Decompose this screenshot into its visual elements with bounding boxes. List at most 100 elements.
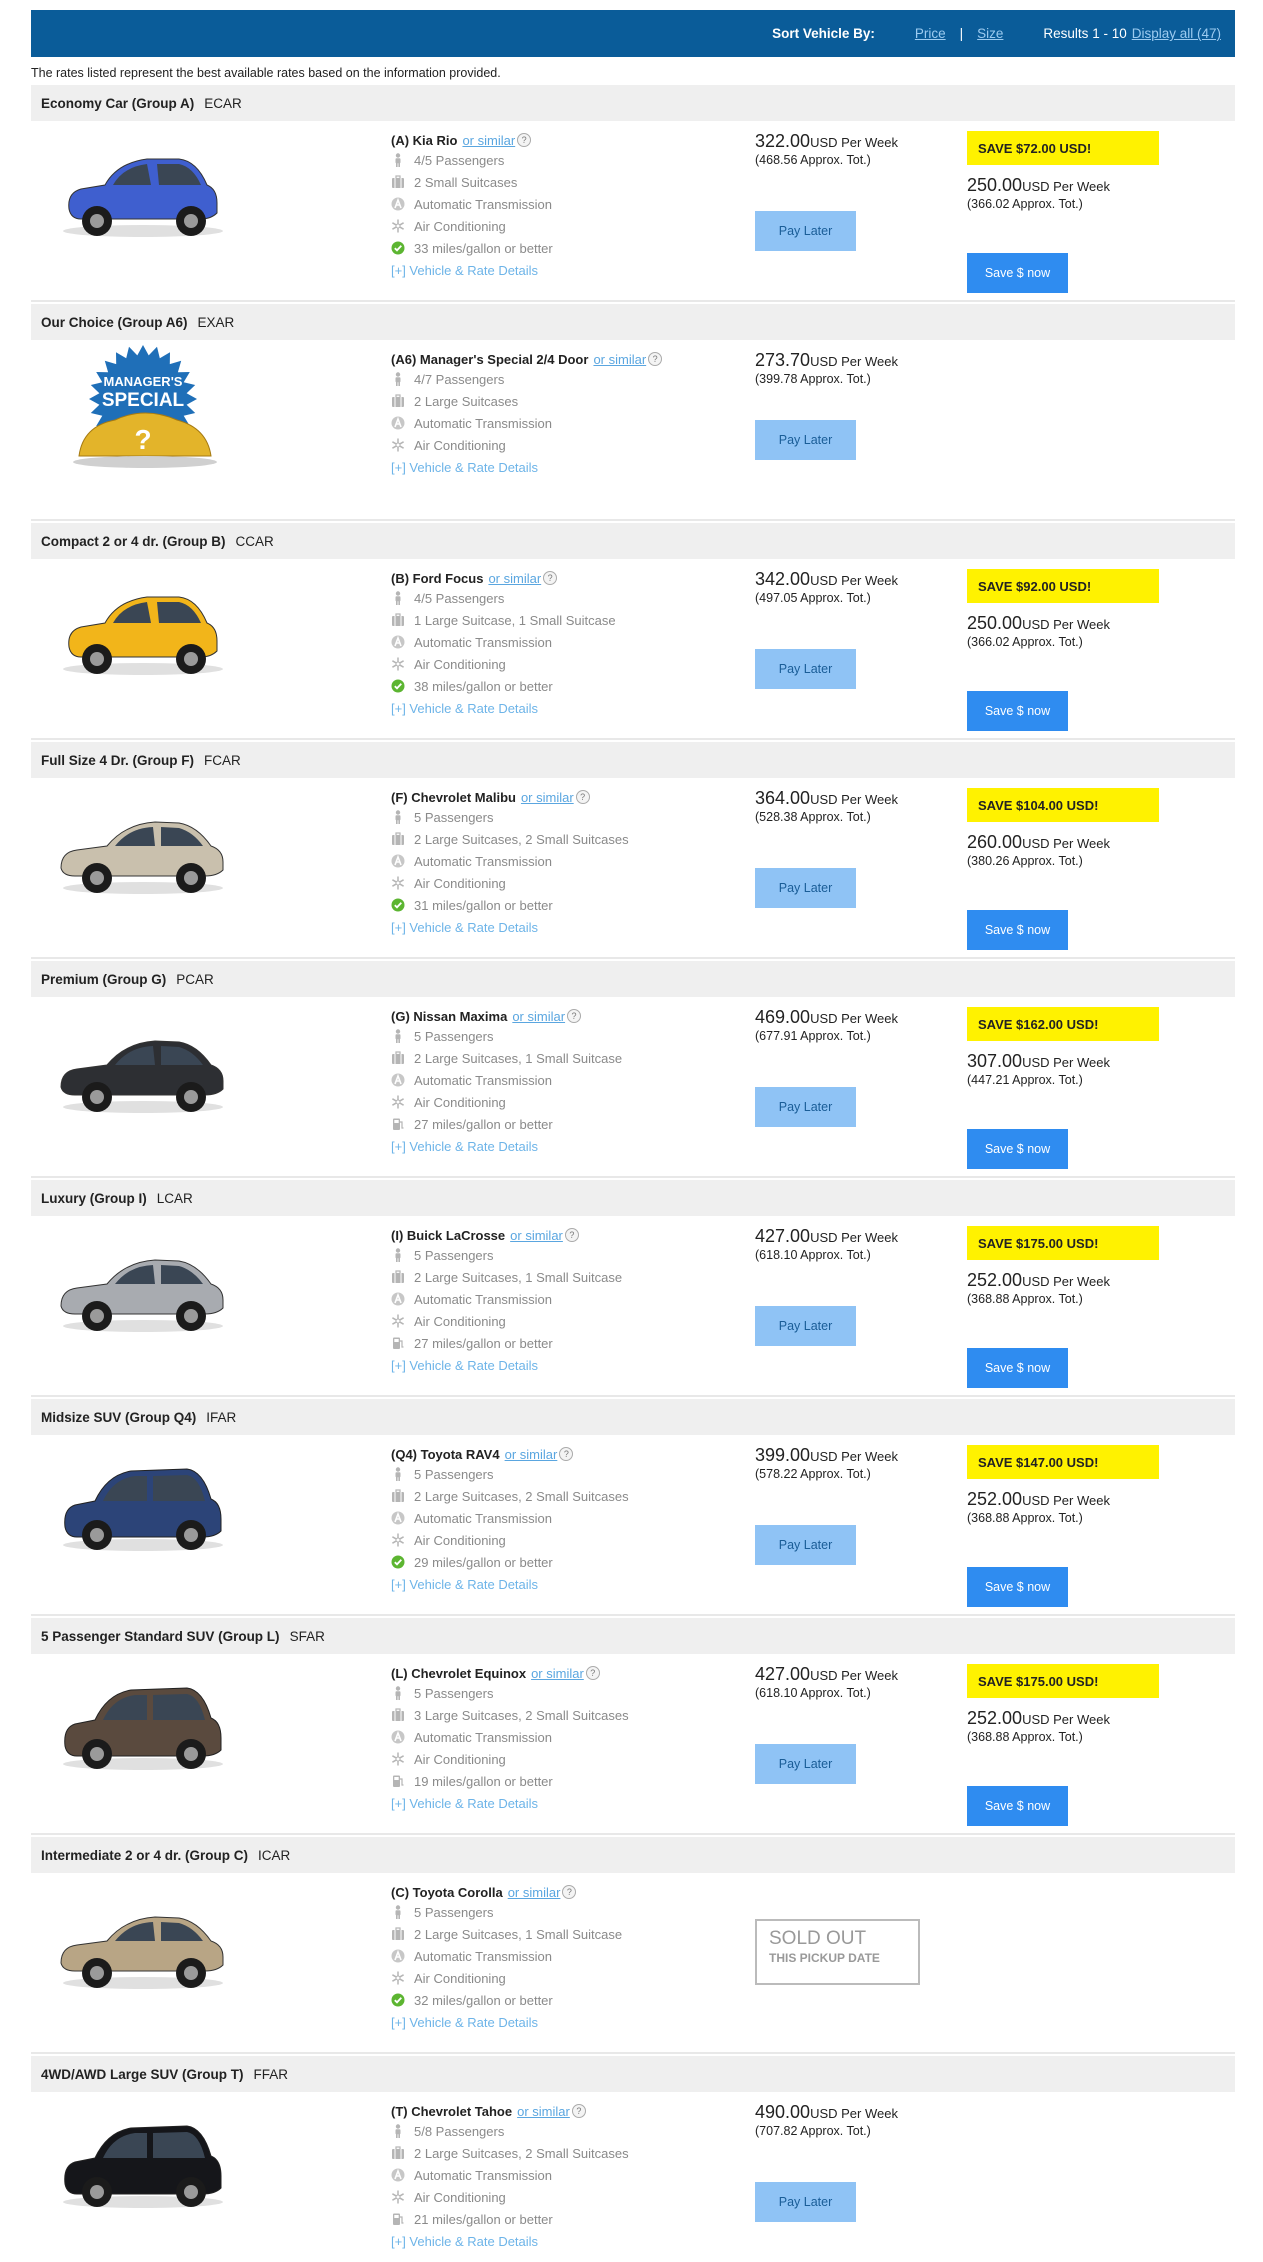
- group-code: EXAR: [197, 314, 235, 330]
- save-now-button[interactable]: Save $ now: [967, 1567, 1068, 1607]
- or-similar-link[interactable]: or similar: [505, 1447, 558, 1462]
- feature-row: 2 Large Suitcases, 2 Small Suitcases: [391, 828, 731, 850]
- display-all-link[interactable]: Display all (47): [1132, 26, 1221, 41]
- car-image: [51, 571, 231, 681]
- group-code: CCAR: [235, 533, 274, 549]
- vehicle-title: (Q4) Toyota RAV4 or similar?: [391, 1445, 731, 1463]
- passenger-icon: [391, 1467, 405, 1481]
- feature-row: 2 Large Suitcases, 2 Small Suitcases: [391, 2142, 731, 2164]
- feature-text: Air Conditioning: [414, 2189, 506, 2205]
- sort-by-price-link[interactable]: Price: [915, 26, 946, 41]
- pay-later-button[interactable]: Pay Later: [755, 649, 856, 689]
- vehicle-rate-details-link[interactable]: [+] Vehicle & Rate Details: [391, 2011, 731, 2033]
- vehicle-rate-details-link[interactable]: [+] Vehicle & Rate Details: [391, 456, 731, 478]
- pay-later-button[interactable]: Pay Later: [755, 420, 856, 460]
- vehicle-rate-details-link[interactable]: [+] Vehicle & Rate Details: [391, 2230, 731, 2252]
- help-icon[interactable]: ?: [564, 1228, 579, 1242]
- rate-approx-total: (707.82 Approx. Tot.): [755, 2124, 871, 2138]
- feature-text: 3 Large Suitcases, 2 Small Suitcases: [414, 1707, 629, 1723]
- group-header: Our Choice (Group A6) EXAR: [31, 304, 1235, 340]
- save-badge: SAVE $147.00 USD!: [967, 1445, 1159, 1479]
- help-icon[interactable]: ?: [585, 1666, 600, 1680]
- help-icon[interactable]: ?: [571, 2104, 586, 2118]
- pay-later-button[interactable]: Pay Later: [755, 2182, 856, 2222]
- or-similar-link[interactable]: or similar: [517, 2104, 570, 2119]
- help-icon[interactable]: ?: [567, 1009, 582, 1023]
- or-similar-link[interactable]: or similar: [488, 571, 541, 586]
- pay-later-rate: 427.00USD Per Week (618.10 Approx. Tot.) P…: [755, 1226, 955, 1346]
- rate-amount-line: 364.00USD Per Week: [755, 788, 955, 809]
- group-body: MANAGER'S SPECIAL? (A6) Manager's Special …: [31, 340, 1235, 521]
- badge-line-1: MANAGER'S: [103, 374, 183, 389]
- save-now-button[interactable]: Save $ now: [967, 1786, 1068, 1826]
- feature-row: 3 Large Suitcases, 2 Small Suitcases: [391, 1704, 731, 1726]
- feature-text: Air Conditioning: [414, 875, 506, 891]
- feature-text: 4/5 Passengers: [414, 590, 505, 606]
- fuel-icon: [391, 1117, 405, 1131]
- snowflake-icon: [391, 1971, 405, 1985]
- snowflake-icon: [391, 1533, 405, 1547]
- help-icon[interactable]: ?: [543, 571, 558, 585]
- save-amount-line: 252.00USD Per Week: [967, 1489, 1187, 1510]
- or-similar-link[interactable]: or similar: [521, 790, 574, 805]
- automatic-icon: [391, 1949, 405, 1963]
- rate-amount-line: 273.70USD Per Week: [755, 350, 955, 371]
- vehicle-group: 4WD/AWD Large SUV (Group T) FFAR (T) Chev…: [31, 2056, 1235, 2262]
- or-similar-link[interactable]: or similar: [508, 1885, 561, 1900]
- vehicle-rate-details-link[interactable]: [+] Vehicle & Rate Details: [391, 1792, 731, 1814]
- group-header: Luxury (Group I) LCAR: [31, 1180, 1235, 1216]
- save-now-button[interactable]: Save $ now: [967, 253, 1068, 293]
- group-code: IFAR: [206, 1409, 237, 1425]
- rate-amount-line: 469.00USD Per Week: [755, 1007, 955, 1028]
- pay-later-button[interactable]: Pay Later: [755, 1525, 856, 1565]
- vehicle-rate-details-link[interactable]: [+] Vehicle & Rate Details: [391, 1135, 731, 1157]
- snowflake-icon: [391, 876, 405, 890]
- group-name: Midsize SUV (Group Q4): [41, 1409, 197, 1425]
- fuel-icon: [391, 2212, 405, 2226]
- pay-later-button[interactable]: Pay Later: [755, 211, 856, 251]
- vehicle-rate-details-link[interactable]: [+] Vehicle & Rate Details: [391, 697, 731, 719]
- pay-later-button[interactable]: Pay Later: [755, 1744, 856, 1784]
- save-now-button[interactable]: Save $ now: [967, 1348, 1068, 1388]
- help-icon[interactable]: ?: [648, 352, 663, 366]
- feature-text: 27 miles/gallon or better: [414, 1116, 553, 1132]
- feature-row: 2 Small Suitcases: [391, 171, 731, 193]
- vehicle-rate-details-link[interactable]: [+] Vehicle & Rate Details: [391, 1354, 731, 1376]
- or-similar-link[interactable]: or similar: [462, 133, 515, 148]
- vehicle-rate-details-link[interactable]: [+] Vehicle & Rate Details: [391, 259, 731, 281]
- sold-out-box: SOLD OUT THIS PICKUP DATE: [755, 1919, 920, 1985]
- sort-by-size-link[interactable]: Size: [977, 26, 1003, 41]
- or-similar-link[interactable]: or similar: [510, 1228, 563, 1243]
- feature-text: 5 Passengers: [414, 1685, 494, 1701]
- pay-later-button[interactable]: Pay Later: [755, 1087, 856, 1127]
- vehicle-rate-details-link[interactable]: [+] Vehicle & Rate Details: [391, 916, 731, 938]
- save-now-button[interactable]: Save $ now: [967, 691, 1068, 731]
- pay-later-button[interactable]: Pay Later: [755, 868, 856, 908]
- help-icon[interactable]: ?: [517, 133, 532, 147]
- help-icon[interactable]: ?: [562, 1885, 577, 1899]
- group-code: ECAR: [204, 95, 242, 111]
- or-similar-link[interactable]: or similar: [531, 1666, 584, 1681]
- group-code: FFAR: [253, 2066, 289, 2082]
- save-rate-unit: USD Per Week: [1022, 179, 1110, 194]
- help-icon[interactable]: ?: [559, 1447, 574, 1461]
- feature-row: Automatic Transmission: [391, 1069, 731, 1091]
- save-now-button[interactable]: Save $ now: [967, 1129, 1068, 1169]
- feature-text: Automatic Transmission: [414, 1072, 552, 1088]
- vehicle-rate-details-link[interactable]: [+] Vehicle & Rate Details: [391, 1573, 731, 1595]
- pay-later-button[interactable]: Pay Later: [755, 1306, 856, 1346]
- vehicle-group: Intermediate 2 or 4 dr. (Group C) ICAR (C…: [31, 1837, 1235, 2056]
- feature-text: Automatic Transmission: [414, 1729, 552, 1745]
- rate-amount: 490.00: [755, 2102, 811, 2122]
- or-similar-link[interactable]: or similar: [512, 1009, 565, 1024]
- group-name: Luxury (Group I): [41, 1190, 147, 1206]
- save-now-button[interactable]: Save $ now: [967, 910, 1068, 950]
- feature-text: 27 miles/gallon or better: [414, 1335, 553, 1351]
- help-icon[interactable]: ?: [575, 790, 590, 804]
- or-similar-link[interactable]: or similar: [593, 352, 646, 367]
- save-amount-line: 250.00USD Per Week: [967, 175, 1187, 196]
- vehicle-title: (B) Ford Focus or similar?: [391, 569, 731, 587]
- save-badge: SAVE $72.00 USD!: [967, 131, 1159, 165]
- vehicle-info: (G) Nissan Maxima or similar? 5 Passengers…: [391, 1007, 731, 1157]
- save-badge: SAVE $104.00 USD!: [967, 788, 1159, 822]
